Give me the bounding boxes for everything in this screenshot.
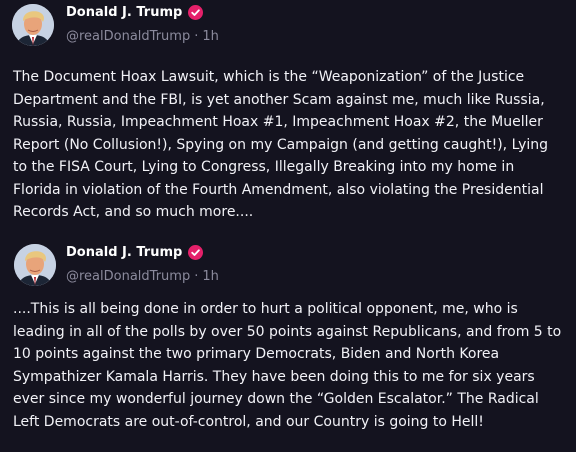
verified-badge-icon xyxy=(188,5,204,20)
author-handle[interactable]: @realDonaldTrump xyxy=(66,29,190,44)
author-display-name[interactable]: Donald J. Trump xyxy=(66,5,204,20)
avatar-photo-icon xyxy=(14,244,56,286)
verified-badge-icon xyxy=(188,245,204,260)
post-body-line: ....This is all being done in order to h… xyxy=(13,301,518,317)
post-body-line: Florida in violation of the Fourth Amend… xyxy=(13,181,544,198)
avatar-photo-icon xyxy=(12,4,54,46)
author-avatar[interactable] xyxy=(12,4,54,46)
post-timestamp[interactable]: 1h xyxy=(202,29,219,44)
author-handle[interactable]: @realDonaldTrump xyxy=(66,269,190,284)
post-body-line: Sympathizer Kamala Harris. They have bee… xyxy=(13,368,535,385)
post-body-line: Department and the FBI, is yet another S… xyxy=(13,91,545,108)
author-name-text[interactable]: Donald J. Trump xyxy=(66,5,182,20)
post-body-line: Records Act, and so much more.... xyxy=(13,204,254,220)
post-timestamp[interactable]: 1h xyxy=(202,269,219,284)
meta-separator: · xyxy=(194,269,199,284)
post-body-line: Left Democrats are out-of-control, and o… xyxy=(13,413,484,430)
author-meta: @realDonaldTrump · 1h xyxy=(66,269,219,284)
post-feed: Donald J. Trump @realDonaldTrump · 1h The … xyxy=(0,0,576,452)
author-avatar[interactable] xyxy=(14,244,56,286)
meta-separator: · xyxy=(194,29,199,44)
author-display-name[interactable]: Donald J. Trump xyxy=(66,245,204,260)
post-body-line: to the FISA Court, Lying to Congress, Il… xyxy=(13,159,515,175)
author-name-text[interactable]: Donald J. Trump xyxy=(66,245,182,260)
post-body-line: The Document Hoax Lawsuit, which is the … xyxy=(13,69,525,85)
post-body-line: 10 points against the two primary Democr… xyxy=(13,346,500,362)
post-body: The Document Hoax Lawsuit, which is the … xyxy=(13,66,569,224)
author-meta: @realDonaldTrump · 1h xyxy=(66,29,219,44)
post-body-line: Report (No Collusion!), Spying on my Cam… xyxy=(13,136,549,153)
post-body-line: ever since my wonderful journey down the… xyxy=(13,391,539,407)
post-body: ....This is all being done in order to h… xyxy=(13,298,569,433)
post-body-line: Russia, Russia, Impeachment Hoax #1, Imp… xyxy=(13,114,543,130)
post-body-line: leading in all of the polls by over 50 p… xyxy=(13,323,562,340)
